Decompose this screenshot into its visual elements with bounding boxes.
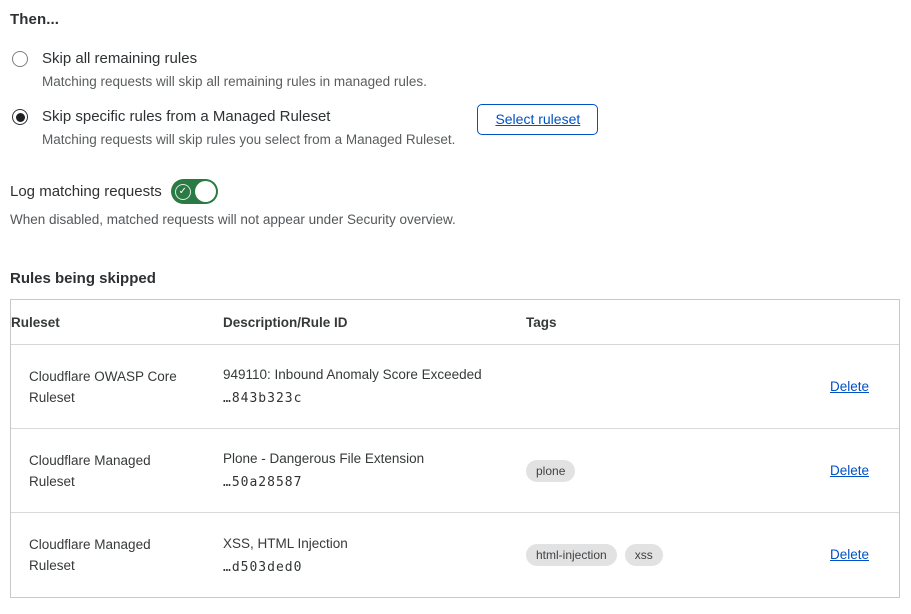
option-text: Skip all remaining rules Matching reques… (42, 49, 427, 90)
rules-being-skipped-table: Ruleset Description/Rule ID Tags Cloudfl… (10, 299, 900, 598)
rule-id: …50a28587 (223, 475, 510, 490)
table-row: Cloudflare OWASP Core Ruleset 949110: In… (11, 345, 899, 429)
log-matching-requests-toggle[interactable]: ✓ (171, 179, 218, 204)
ruleset-cell: Cloudflare OWASP Core Ruleset (11, 356, 223, 418)
table-header-row: Ruleset Description/Rule ID Tags (11, 300, 899, 345)
tag-pill: xss (625, 544, 663, 566)
delete-link[interactable]: Delete (830, 547, 869, 562)
rules-being-skipped-heading: Rules being skipped (10, 270, 900, 287)
waf-rule-config-panel: Then... Skip all remaining rules Matchin… (0, 0, 911, 598)
column-header-description-rule-id: Description/Rule ID (223, 300, 526, 344)
table-row: Cloudflare Managed Ruleset XSS, HTML Inj… (11, 513, 899, 597)
rule-id: …843b323c (223, 391, 510, 406)
rule-description: XSS, HTML Injection (223, 536, 510, 551)
action-cell: Delete (781, 462, 899, 480)
column-header-ruleset: Ruleset (11, 300, 223, 344)
delete-link[interactable]: Delete (830, 463, 869, 478)
delete-link[interactable]: Delete (830, 379, 869, 394)
rule-description: 949110: Inbound Anomaly Score Exceeded (223, 367, 510, 382)
log-matching-requests-label: Log matching requests (10, 183, 162, 200)
rule-description: Plone - Dangerous File Extension (223, 451, 510, 466)
log-matching-requests-description: When disabled, matched requests will not… (10, 212, 900, 227)
column-header-actions (781, 308, 899, 337)
toggle-check-icon: ✓ (175, 184, 191, 200)
tags-cell: plone (526, 460, 781, 482)
skip-all-rules-label[interactable]: Skip all remaining rules (42, 49, 427, 68)
toggle-knob (195, 181, 216, 202)
skip-all-rules-description: Matching requests will skip all remainin… (42, 73, 427, 90)
action-cell: Delete (781, 378, 899, 396)
ruleset-cell: Cloudflare Managed Ruleset (11, 524, 223, 586)
option-skip-all-remaining-rules: Skip all remaining rules Matching reques… (10, 49, 900, 90)
skip-all-rules-radio[interactable] (12, 51, 28, 67)
description-cell: Plone - Dangerous File Extension …50a285… (223, 451, 526, 490)
column-header-tags: Tags (526, 300, 781, 344)
option-skip-specific-rules: Skip specific rules from a Managed Rules… (10, 107, 900, 148)
select-ruleset-button[interactable]: Select ruleset (477, 104, 598, 135)
action-cell: Delete (781, 546, 899, 564)
skip-specific-rules-description: Matching requests will skip rules you se… (42, 131, 455, 148)
then-heading: Then... (10, 11, 900, 28)
log-row: Log matching requests ✓ (10, 179, 900, 204)
table-row: Cloudflare Managed Ruleset Plone - Dange… (11, 429, 899, 513)
skip-specific-rules-label[interactable]: Skip specific rules from a Managed Rules… (42, 107, 455, 126)
option-text: Skip specific rules from a Managed Rules… (42, 107, 455, 148)
description-cell: XSS, HTML Injection …d503ded0 (223, 536, 526, 575)
rule-id: …d503ded0 (223, 560, 510, 575)
description-cell: 949110: Inbound Anomaly Score Exceeded …… (223, 367, 526, 406)
tag-pill: plone (526, 460, 575, 482)
action-options: Skip all remaining rules Matching reques… (10, 49, 900, 148)
skip-specific-rules-radio[interactable] (12, 109, 28, 125)
tags-cell: html-injection xss (526, 544, 781, 566)
ruleset-cell: Cloudflare Managed Ruleset (11, 440, 223, 502)
log-matching-requests-section: Log matching requests ✓ When disabled, m… (10, 179, 900, 227)
tag-pill: html-injection (526, 544, 617, 566)
